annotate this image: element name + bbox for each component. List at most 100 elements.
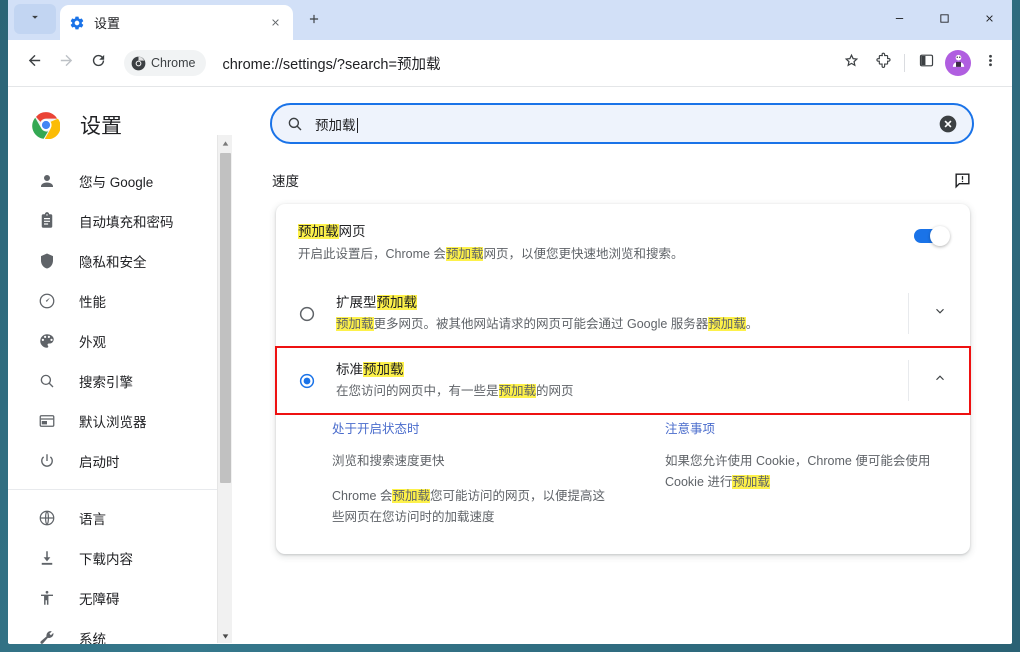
download-icon <box>37 548 57 568</box>
search-input-value: 预加载 <box>315 117 356 133</box>
preload-master-row: 预加载网页 开启此设置后，Chrome 会预加载网页，以便您更快速地浏览和搜索。 <box>276 204 970 280</box>
preload-master-desc: 开启此设置后，Chrome 会预加载网页，以便您更快速地浏览和搜索。 <box>298 244 914 264</box>
desc-part-1: 开启此设置后，Chrome 会 <box>298 247 446 261</box>
tab-strip: 设置 <box>8 0 1012 40</box>
origin-chip-label: Chrome <box>151 56 196 70</box>
side-panel-button[interactable] <box>910 47 942 79</box>
sidebar-nav: 您与 Google 自动填充和密码 隐私和安全 性能 外观 搜索引擎 默认浏览器… <box>8 161 232 644</box>
settings-header: 设置 <box>8 99 232 151</box>
chevron-down-icon <box>28 10 42 29</box>
page-title: 设置 <box>80 115 122 138</box>
scrollbar-thumb[interactable] <box>220 153 231 483</box>
toolbar-actions <box>835 47 1006 79</box>
window-controls <box>877 0 1012 36</box>
radio-extended-preloading[interactable] <box>298 305 316 323</box>
sidebar-item-label: 自动填充和密码 <box>79 215 174 230</box>
sidebar-item-appearance[interactable]: 外观 <box>8 321 232 361</box>
scroll-up-button[interactable] <box>218 135 232 150</box>
tab-settings[interactable]: 设置 <box>60 5 293 40</box>
forward-button[interactable] <box>50 47 82 79</box>
close-button[interactable] <box>967 0 1012 36</box>
arrow-forward-icon <box>58 52 75 74</box>
extensions-button[interactable] <box>867 47 899 79</box>
bookmark-button[interactable] <box>835 47 867 79</box>
side-panel-icon <box>918 52 935 74</box>
new-tab-button[interactable] <box>298 6 330 36</box>
settings-main-pane: 预加载 速度 预加载网页 开启此设置后，Chrome 会预加载网页，以便您更快速… <box>232 87 1012 643</box>
sidebar-item-languages[interactable]: 语言 <box>8 498 232 538</box>
reload-button[interactable] <box>82 47 114 79</box>
option-standard-sub: 在您访问的网页中，有一些是预加载的网页 <box>336 381 898 401</box>
text-caret <box>356 117 358 133</box>
chrome-menu-button[interactable] <box>974 47 1006 79</box>
tab-title: 设置 <box>94 16 121 31</box>
collapse-standard-button[interactable] <box>908 360 970 401</box>
scroll-down-button[interactable] <box>218 628 232 643</box>
radio-standard-preloading[interactable] <box>298 372 316 390</box>
option-standard-title: 标准预加载 <box>336 360 898 379</box>
option-extended-sub: 预加载更多网页。被其他网站请求的网页可能会通过 Google 服务器预加载。 <box>336 314 898 334</box>
feedback-icon[interactable] <box>953 171 972 190</box>
preload-toggle[interactable] <box>914 226 950 246</box>
highlight-term: 预加载 <box>363 362 404 377</box>
url-text: chrome://settings/?search=预加载 <box>222 56 441 73</box>
browser-toolbar: Chrome chrome://settings/?search=预加载 <box>8 40 1012 87</box>
title-prefix: 扩展型 <box>336 295 377 310</box>
search-input[interactable]: 预加载 <box>315 114 938 134</box>
expand-extended-button[interactable] <box>908 293 970 334</box>
origin-chip[interactable]: Chrome <box>124 50 207 76</box>
speedometer-icon <box>37 291 57 311</box>
sidebar-item-label: 系统 <box>79 632 106 644</box>
highlight-term: 预加载 <box>392 489 430 503</box>
option-standard-text: 标准预加载 在您访问的网页中，有一些是预加载的网页 <box>336 360 908 401</box>
highlight-term: 预加载 <box>298 224 339 239</box>
search-icon <box>37 371 57 391</box>
clipboard-icon <box>37 211 57 231</box>
sidebar-item-label: 无障碍 <box>79 592 120 607</box>
tab-search-button[interactable] <box>14 4 56 34</box>
preload-master-title-rest: 网页 <box>338 224 366 239</box>
highlight-term: 预加载 <box>732 475 770 489</box>
sidebar-item-performance[interactable]: 性能 <box>8 281 232 321</box>
highlight-term: 预加载 <box>498 384 537 398</box>
sidebar-item-downloads[interactable]: 下载内容 <box>8 538 232 578</box>
toolbar-divider <box>904 54 905 72</box>
sidebar-item-label: 默认浏览器 <box>79 415 147 430</box>
minimize-button[interactable] <box>877 0 922 36</box>
sidebar-item-privacy-security[interactable]: 隐私和安全 <box>8 241 232 281</box>
sidebar-item-on-startup[interactable]: 启动时 <box>8 441 232 481</box>
search-settings-box[interactable]: 预加载 <box>270 103 974 144</box>
sidebar-item-default-browser[interactable]: 默认浏览器 <box>8 401 232 441</box>
details-text: 如果您允许使用 Cookie，Chrome 便可能会使用 Cookie 进行预加… <box>665 451 948 493</box>
person-icon <box>37 171 57 191</box>
chrome-logo-icon <box>131 56 146 71</box>
text-part-1: 如果您允许使用 Cookie，Chrome 便可能会使用 Cookie 进行 <box>665 454 931 489</box>
details-text: 浏览和搜索速度更快 <box>332 454 445 468</box>
sidebar-scrollbar[interactable] <box>217 135 232 643</box>
sidebar-item-autofill-passwords[interactable]: 自动填充和密码 <box>8 201 232 241</box>
sidebar-item-label: 语言 <box>79 512 106 527</box>
globe-icon <box>37 508 57 528</box>
option-extended-preloading[interactable]: 扩展型预加载 预加载更多网页。被其他网站请求的网页可能会通过 Google 服务… <box>276 280 970 347</box>
profile-avatar[interactable] <box>945 50 971 76</box>
details-heading-consider: 注意事项 <box>665 422 716 436</box>
reload-icon <box>90 52 107 74</box>
clear-search-button[interactable] <box>938 114 958 134</box>
back-button[interactable] <box>18 47 50 79</box>
address-bar[interactable]: Chrome chrome://settings/?search=预加载 <box>120 47 828 79</box>
toggle-knob <box>930 226 950 246</box>
tab-close-button[interactable] <box>265 13 285 33</box>
option-extended-text: 扩展型预加载 预加载更多网页。被其他网站请求的网页可能会通过 Google 服务… <box>336 293 908 334</box>
sidebar-item-system[interactable]: 系统 <box>8 618 232 644</box>
preload-settings-card: 预加载网页 开启此设置后，Chrome 会预加载网页，以便您更快速地浏览和搜索。 <box>275 204 971 554</box>
sidebar-item-search-engine[interactable]: 搜索引擎 <box>8 361 232 401</box>
sidebar-item-accessibility[interactable]: 无障碍 <box>8 578 232 618</box>
chevron-up-icon <box>933 371 947 390</box>
sidebar-item-you-and-google[interactable]: 您与 Google <box>8 161 232 201</box>
standard-preloading-details: 处于开启状态时 浏览和搜索速度更快 Chrome 会预加载您可能访问的网页，以便… <box>276 414 970 554</box>
settings-page: 设置 您与 Google 自动填充和密码 隐私和安全 性能 外观 搜索引擎 默认… <box>8 87 1012 644</box>
maximize-button[interactable] <box>922 0 967 36</box>
option-standard-preloading[interactable]: 标准预加载 在您访问的网页中，有一些是预加载的网页 <box>275 346 971 415</box>
browser-window-icon <box>37 411 57 431</box>
chevron-down-icon <box>933 304 947 323</box>
